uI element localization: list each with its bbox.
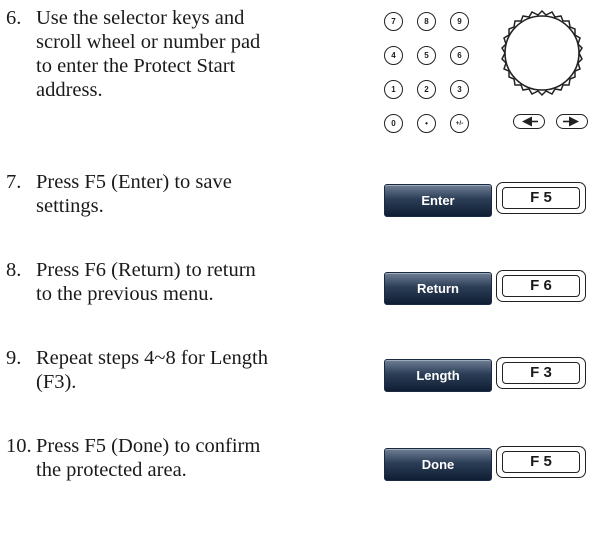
key-4[interactable]: 4 xyxy=(384,46,403,65)
key-3[interactable]: 3 xyxy=(450,80,469,99)
key-8[interactable]: 8 xyxy=(417,12,436,31)
key-5[interactable]: 5 xyxy=(417,46,436,65)
left-arrow-key-icon[interactable] xyxy=(513,114,545,129)
length-softkey[interactable]: Length xyxy=(384,359,492,392)
step-text: Press F5 (Done) to confirm the protected… xyxy=(36,435,261,481)
enter-softkey[interactable]: Enter xyxy=(384,184,492,217)
step-number: 10. xyxy=(6,435,32,457)
f5-key[interactable]: F 5 xyxy=(496,446,586,478)
key-0[interactable]: 0 xyxy=(384,114,403,133)
f5-key[interactable]: F 5 xyxy=(496,182,586,214)
return-softkey[interactable]: Return xyxy=(384,272,492,305)
step-number: 7. xyxy=(6,171,22,193)
scroll-wheel-icon[interactable] xyxy=(496,8,588,100)
step-text: Use the selector keys and scroll wheel o… xyxy=(36,7,261,101)
step-text: Press F5 (Enter) to save settings. xyxy=(36,171,232,217)
key-6[interactable]: 6 xyxy=(450,46,469,65)
right-arrow-key-icon[interactable] xyxy=(556,114,588,129)
step-number: 8. xyxy=(6,259,22,281)
step-text: Repeat steps 4~8 for Length (F3). xyxy=(36,347,268,393)
step-number: 6. xyxy=(6,7,22,29)
key-7[interactable]: 7 xyxy=(384,12,403,31)
f6-key[interactable]: F 6 xyxy=(496,270,586,302)
key-plus-minus[interactable]: +/- xyxy=(450,114,469,133)
key-9[interactable]: 9 xyxy=(450,12,469,31)
f3-key[interactable]: F 3 xyxy=(496,357,586,389)
key-decimal[interactable]: • xyxy=(417,114,436,133)
done-softkey[interactable]: Done xyxy=(384,448,492,481)
step-number: 9. xyxy=(6,347,22,369)
key-2[interactable]: 2 xyxy=(417,80,436,99)
step-text: Press F6 (Return) to return to the previ… xyxy=(36,259,256,305)
key-1[interactable]: 1 xyxy=(384,80,403,99)
